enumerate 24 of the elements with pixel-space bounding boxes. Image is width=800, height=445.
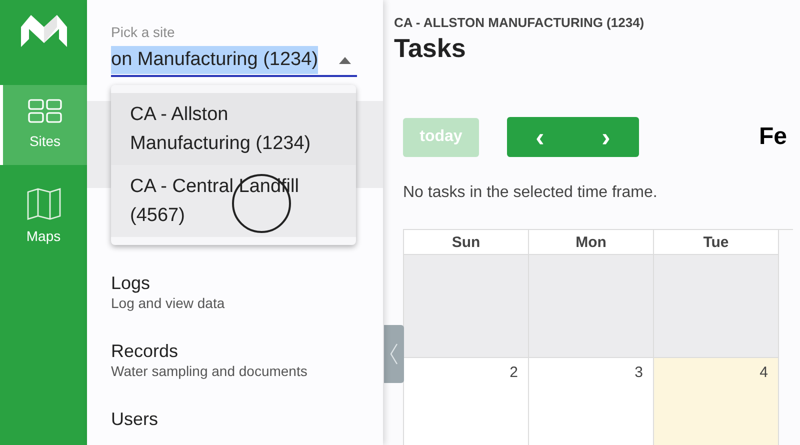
menu-item-subtitle: Log and view data	[111, 294, 226, 312]
collapse-handle[interactable]	[384, 325, 404, 383]
menu-item-title[interactable]: Records	[111, 340, 383, 362]
chevron-left-icon	[390, 343, 398, 365]
field-label: Pick a site	[111, 23, 176, 41]
day-cell: 2	[404, 358, 529, 445]
grid-icon	[28, 98, 62, 122]
weekday-header: Mon	[529, 230, 654, 255]
day-cell: 3	[529, 358, 654, 445]
menu-item-subtitle: Water sampling and documents	[111, 362, 308, 380]
weekday-header: Sun	[404, 230, 529, 255]
empty-message: No tasks in the selected time frame.	[402, 183, 658, 203]
weekday-header: Tue	[654, 230, 779, 255]
map-icon	[26, 188, 60, 220]
page-title: Tasks	[394, 32, 467, 65]
site-select[interactable]: on Manufacturing (1234)	[111, 45, 357, 77]
day-cell: 4	[654, 358, 779, 445]
month-title: Fe	[759, 122, 788, 152]
menu-item-title[interactable]: Users	[111, 408, 383, 430]
site-option[interactable]: CA - Allston Manufacturing (1234)	[111, 93, 356, 165]
site-name: CA - ALLSTON MANUFACTURING (1234)	[394, 15, 646, 31]
menu-item-title[interactable]: Logs	[111, 272, 383, 294]
select-value: on Manufacturing (1234)	[111, 46, 318, 74]
logo-icon	[18, 13, 68, 47]
